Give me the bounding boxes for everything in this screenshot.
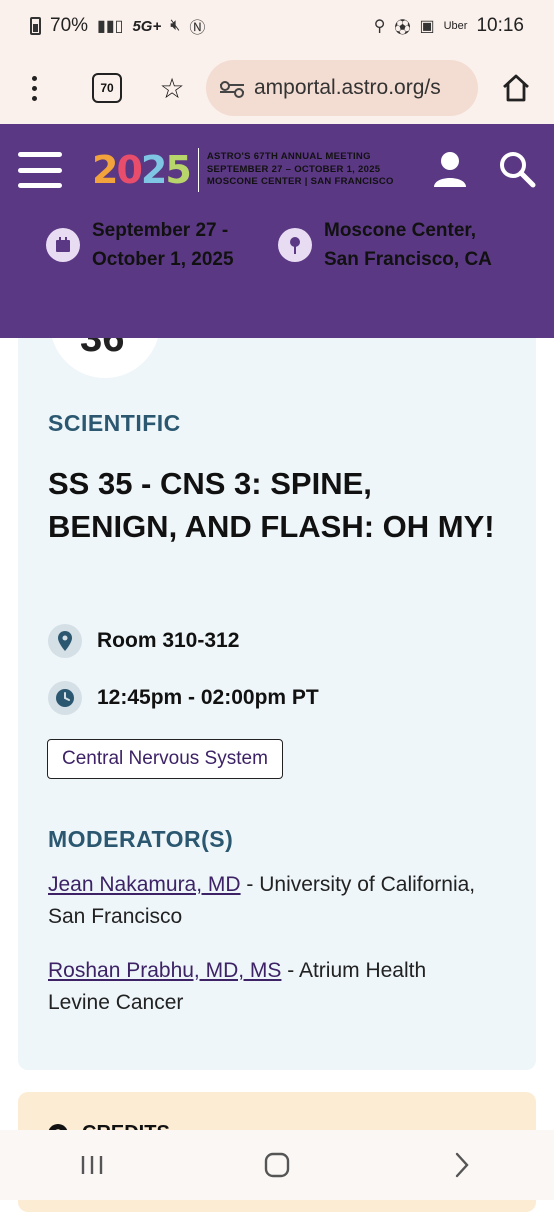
- uber-badge: Uber: [443, 20, 468, 32]
- browser-toolbar: 70 ☆ amportal.astro.org/s: [0, 52, 554, 124]
- logo-divider: [197, 148, 199, 192]
- tab-switcher-button[interactable]: 70: [92, 73, 122, 103]
- venue-line-2: San Francisco, CA: [324, 249, 492, 270]
- topic-tag[interactable]: Central Nervous System: [47, 739, 283, 779]
- header-bottom-band: [0, 300, 554, 338]
- clock-icon: [48, 681, 82, 715]
- session-room: Room 310-312: [48, 624, 239, 658]
- moderator-link[interactable]: Roshan Prabhu, MD, MS: [48, 959, 281, 982]
- logo-line-3: MOSCONE CENTER | SAN FRANCISCO: [206, 176, 394, 188]
- logo-line-2: SEPTEMBER 27 – OCTOBER 1, 2025: [206, 163, 381, 175]
- event-dates: September 27 - October 1, 2025: [46, 216, 234, 274]
- calendar-icon: [46, 228, 80, 262]
- map-pin-icon: [278, 228, 312, 262]
- more-menu-icon[interactable]: [14, 68, 54, 108]
- signal-icon: ▮▮▯: [97, 18, 124, 35]
- user-account-icon[interactable]: [432, 150, 468, 188]
- logo-line-1: ASTRO'S 67TH ANNUAL MEETING: [206, 151, 371, 163]
- system-nav-bar: [0, 1130, 554, 1200]
- nfc-icon: Ⓝ: [189, 20, 206, 37]
- notification-icon: ⚲: [373, 18, 386, 35]
- moderator-link[interactable]: Jean Nakamura, MD: [48, 873, 241, 896]
- back-nav-icon[interactable]: [432, 1140, 492, 1190]
- moderator-item: Jean Nakamura, MD - University of Califo…: [48, 869, 478, 933]
- moderators-heading: MODERATOR(S): [48, 826, 234, 852]
- hamburger-menu-icon[interactable]: [18, 152, 62, 188]
- soccer-icon: ⚽︎: [394, 20, 411, 37]
- location-pin-icon: [48, 624, 82, 658]
- clock: 10:16: [476, 15, 524, 36]
- mute-icon: 🔇︎: [170, 17, 181, 34]
- battery-percent: 70%: [50, 15, 89, 36]
- logo-text: ASTRO'S 67TH ANNUAL MEETING SEPTEMBER 27…: [207, 151, 394, 189]
- session-title: SS 35 - CNS 3: SPINE, BENIGN, AND FLASH:…: [48, 466, 495, 544]
- home-nav-icon[interactable]: [247, 1140, 307, 1190]
- logo-year: 2025: [92, 148, 192, 192]
- gallery-icon: ▣: [419, 18, 435, 35]
- site-settings-icon[interactable]: [220, 80, 244, 98]
- status-bar: 70% ▮▮▯ 5G+ 🔇︎ Ⓝ ⚲ ⚽︎ ▣ Uber 10:16: [0, 0, 554, 52]
- moderator-item: Roshan Prabhu, MD, MS - Atrium Health Le…: [48, 955, 478, 1019]
- battery-icon: [30, 17, 41, 35]
- network-label: 5G+: [132, 17, 162, 35]
- recent-apps-icon[interactable]: [62, 1140, 122, 1190]
- url-text: amportal.astro.org/s: [254, 76, 441, 99]
- astro-2025-logo[interactable]: 2025 ASTRO'S 67TH ANNUAL MEETING SEPTEMB…: [92, 148, 394, 192]
- venue-line-1: Moscone Center,: [324, 220, 477, 241]
- time-text: 12:45pm - 02:00pm PT: [97, 686, 319, 709]
- search-icon[interactable]: [498, 150, 536, 188]
- session-time: 12:45pm - 02:00pm PT: [48, 681, 319, 715]
- date-line-1: September 27 -: [92, 220, 229, 241]
- event-venue: Moscone Center, San Francisco, CA: [278, 216, 492, 274]
- room-text: Room 310-312: [97, 629, 240, 652]
- bookmark-star-icon[interactable]: ☆: [152, 72, 192, 105]
- address-bar[interactable]: amportal.astro.org/s: [206, 60, 478, 116]
- session-category: SCIENTIFIC: [48, 410, 181, 436]
- home-icon[interactable]: [496, 68, 536, 108]
- date-line-2: October 1, 2025: [92, 249, 234, 270]
